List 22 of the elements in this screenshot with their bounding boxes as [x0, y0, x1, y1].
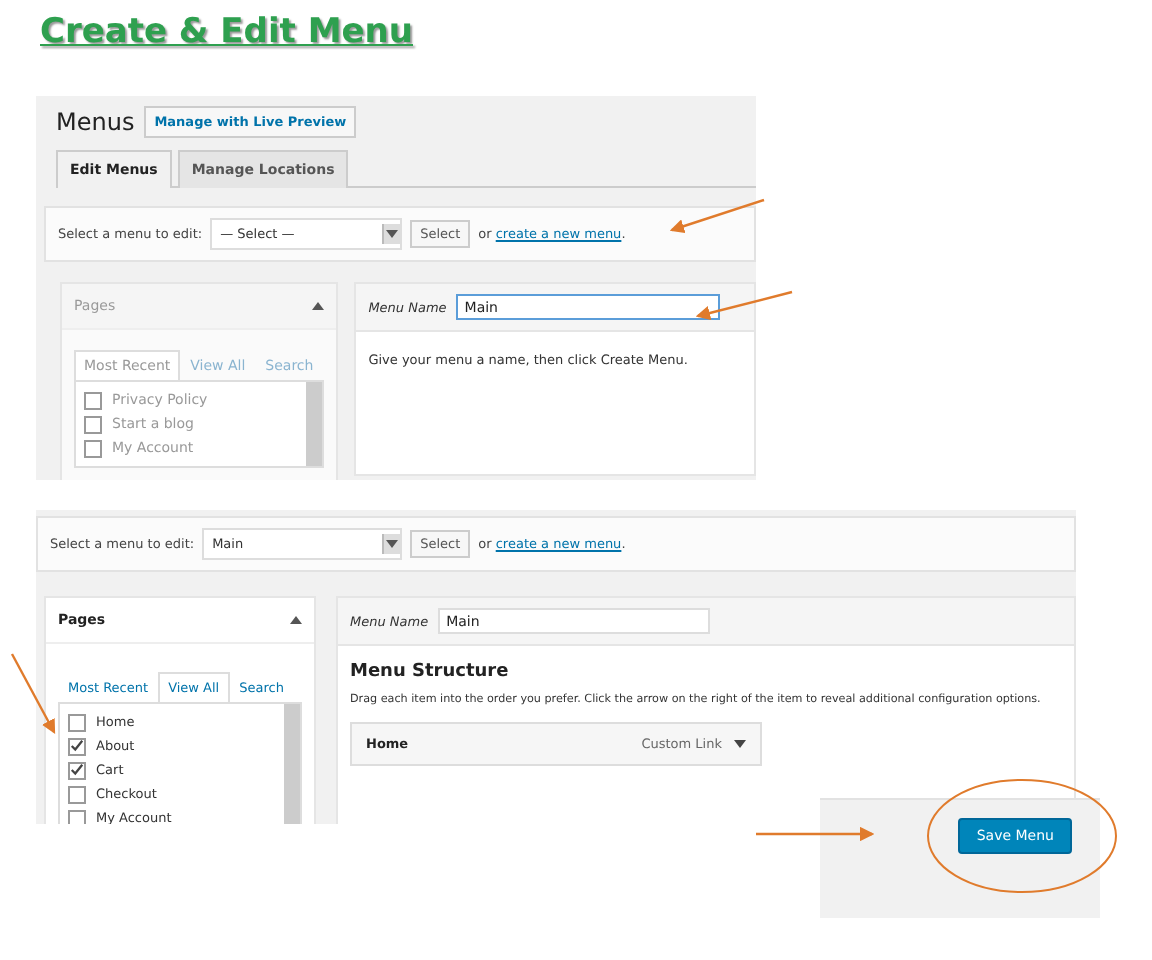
menu-structure-title: Menu Structure — [350, 662, 511, 682]
collapse-icon[interactable] — [290, 616, 302, 624]
checkbox[interactable] — [68, 761, 86, 779]
annotation-arrow — [10, 653, 56, 735]
scrollbar[interactable] — [306, 382, 323, 466]
menus-heading: Menus — [56, 108, 135, 136]
annotation-arrow — [756, 826, 875, 842]
checkbox[interactable] — [68, 713, 86, 731]
checkbox[interactable] — [68, 809, 86, 824]
checkbox[interactable] — [68, 785, 86, 803]
checkbox[interactable] — [84, 391, 102, 409]
annotation-arrow — [695, 290, 793, 320]
expand-icon[interactable] — [734, 740, 746, 748]
checkbox[interactable] — [84, 415, 102, 433]
dropdown-arrow-icon — [382, 534, 401, 554]
checkbox[interactable] — [68, 737, 86, 755]
scrollbar[interactable] — [284, 704, 300, 824]
collapse-icon[interactable] — [312, 302, 325, 310]
annotation-arrow — [669, 198, 765, 234]
page-title: Create & Edit Menu — [40, 12, 413, 52]
checkbox[interactable] — [84, 439, 102, 457]
dropdown-arrow-icon — [382, 224, 401, 244]
